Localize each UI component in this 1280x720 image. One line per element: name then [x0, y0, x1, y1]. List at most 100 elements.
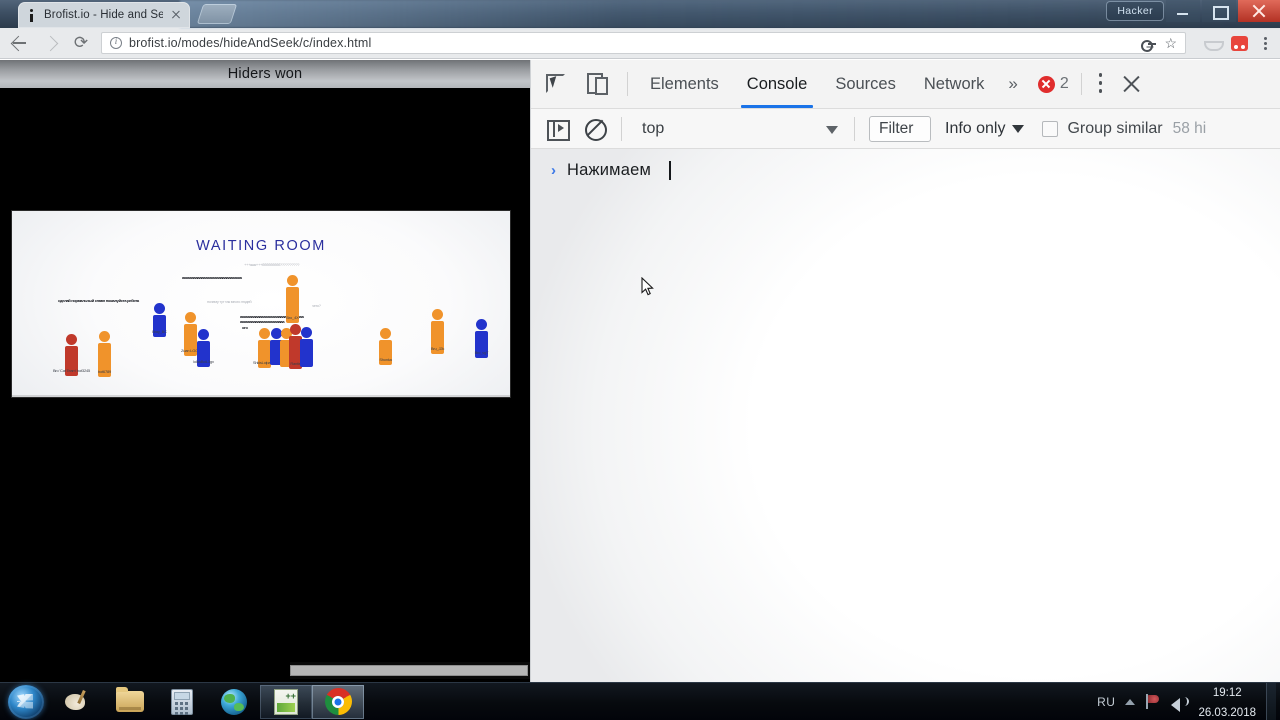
taskbar-item-notepadpp[interactable] [260, 684, 312, 719]
chevron-down-icon-level [1012, 124, 1025, 133]
calculator-icon [171, 688, 193, 715]
error-count: 2 [1059, 75, 1069, 92]
address-bar[interactable]: brofist.io/modes/hideAndSeek/c/index.htm… [101, 32, 1186, 54]
device-toolbar-icon[interactable] [577, 64, 619, 104]
content-area: Hiders won WAITING ROOM сделай нормальны… [0, 60, 1280, 682]
text-caret [669, 160, 671, 180]
console-output[interactable]: › Нажимаем [531, 149, 1280, 682]
tab-strip: Brofist.io - Hide and See Hacker [0, 0, 1280, 28]
reload-button-icon[interactable]: ⟳ [70, 32, 92, 54]
chrome-window: Brofist.io - Hide and See Hacker ⟳ brofi… [0, 0, 1280, 682]
console-input-value[interactable]: Нажимаем [567, 161, 651, 180]
chat-message: сделай нормальный спавн пожалуйста ребят… [58, 298, 139, 303]
console-prompt-row[interactable]: › Нажимаем [531, 149, 1280, 181]
site-info-icon[interactable] [110, 36, 122, 49]
game-character: Bro 'Cat Team' bot3245 [53, 334, 90, 376]
character-head [259, 328, 270, 339]
game-character: Shonka [379, 328, 392, 365]
console-prompt-icon: › [551, 161, 556, 179]
action-center-flag-icon[interactable] [1145, 694, 1161, 709]
character-head [476, 319, 487, 330]
execution-context-select[interactable]: top [634, 114, 846, 144]
game-canvas[interactable]: WAITING ROOM сделай нормальный спавн пож… [11, 210, 511, 398]
tab-network[interactable]: Network [910, 60, 999, 108]
new-tab-button[interactable] [196, 4, 238, 24]
clock[interactable]: 19:12 26.03.2018 [1198, 682, 1256, 720]
tab-title: Brofist.io - Hide and See [44, 9, 163, 21]
tab-console[interactable]: Console [733, 60, 822, 108]
character-head [432, 309, 443, 320]
taskbar-item-paint[interactable] [52, 685, 104, 719]
devtools-tabbar: Elements Console Sources Network » 2 [531, 60, 1280, 109]
taskbar-item-chrome[interactable] [312, 684, 364, 719]
tab-sources[interactable]: Sources [821, 60, 910, 108]
toolbar-divider [627, 72, 628, 96]
character-head [287, 275, 298, 286]
clock-time: 19:12 [1212, 686, 1242, 699]
taskbar-item-calculator[interactable] [156, 685, 208, 719]
language-indicator[interactable]: RU [1097, 695, 1115, 709]
clock-date: 26.03.2018 [1198, 706, 1256, 719]
game-character: Bro_4X [286, 275, 299, 323]
chrome-icon [324, 688, 352, 715]
character-name-label: Bro 'Cat Team' bot3245 [52, 368, 91, 373]
character-name-label: bot6789 [97, 369, 112, 374]
taskbar-item-explorer[interactable] [104, 685, 156, 719]
taskbar-item-browser[interactable] [208, 685, 260, 719]
more-tabs-icon[interactable]: » [998, 74, 1027, 94]
character-name-label: lolbaBoiL3gx [193, 359, 214, 364]
game-character: Bro_vgT [474, 319, 489, 358]
address-bar-actions: ☆ [1141, 36, 1177, 52]
chat-message: ого [242, 325, 248, 330]
minimize-button[interactable] [1166, 0, 1200, 22]
console-sidebar-icon[interactable] [537, 113, 575, 145]
character-head [301, 327, 312, 338]
system-tray: RU 19:12 26.03.2018 [1097, 682, 1266, 720]
game-character [300, 327, 313, 367]
result-banner: Hiders won [0, 60, 530, 88]
console-level-select[interactable]: Info only [937, 120, 1032, 138]
character-head [66, 334, 77, 345]
bookmark-star-icon[interactable]: ☆ [1164, 36, 1177, 50]
game-character: Bru_J2k [431, 309, 444, 354]
inspect-element-icon[interactable] [535, 64, 577, 104]
error-badge[interactable]: 2 [1032, 75, 1075, 93]
console-toolbar-divider-2 [854, 116, 855, 141]
character-head [380, 328, 391, 339]
windows-taskbar: RU 19:12 26.03.2018 [0, 682, 1280, 720]
maximize-button[interactable] [1202, 0, 1236, 22]
devtools-close-icon[interactable] [1114, 67, 1148, 101]
back-button-icon[interactable] [8, 32, 30, 54]
chat-message: ааааааааааааааааааааааа [240, 319, 285, 324]
devtools-menu-icon[interactable] [1088, 69, 1114, 99]
clear-console-icon[interactable] [575, 113, 613, 145]
console-filter-input[interactable]: Filter [869, 115, 931, 142]
extension-red-icon[interactable] [1231, 35, 1248, 51]
ground-line [12, 395, 510, 397]
tab-elements[interactable]: Elements [636, 60, 733, 108]
user-account-label[interactable]: Hacker [1106, 1, 1164, 21]
game-area[interactable]: WAITING ROOM сделай нормальный спавн пож… [11, 210, 511, 398]
browser-tab[interactable]: Brofist.io - Hide and See [18, 2, 190, 28]
character-name-label: Bro_vgT [474, 350, 489, 355]
volume-icon[interactable] [1171, 694, 1190, 712]
chrome-menu-icon[interactable] [1258, 35, 1272, 51]
chat-message: почему тут так много людей [207, 299, 252, 304]
key-icon[interactable] [1141, 37, 1157, 52]
start-button[interactable] [8, 684, 44, 719]
show-desktop-button[interactable] [1266, 682, 1276, 720]
game-character: bot6789 [98, 331, 111, 377]
group-similar-label: Group similar [1067, 119, 1163, 137]
browser-toolbar: ⟳ brofist.io/modes/hideAndSeek/c/index.h… [0, 28, 1280, 59]
page-scrollbar-thumb[interactable] [290, 665, 528, 676]
show-hidden-icons-icon[interactable] [1125, 698, 1136, 705]
group-similar-checkbox[interactable] [1042, 120, 1059, 137]
chat-message: ааааааааааааааааааааааааааааааа [182, 275, 242, 280]
group-similar-control[interactable]: Group similar [1042, 119, 1163, 138]
close-window-button[interactable] [1238, 0, 1280, 22]
tab-close-icon[interactable] [170, 9, 182, 21]
extension-icon[interactable] [1203, 35, 1224, 51]
game-character: Zuan LGG5 [181, 312, 200, 356]
screen-root: Brofist.io - Hide and See Hacker ⟳ brofi… [0, 0, 1280, 720]
tabbar-divider [1080, 73, 1082, 95]
